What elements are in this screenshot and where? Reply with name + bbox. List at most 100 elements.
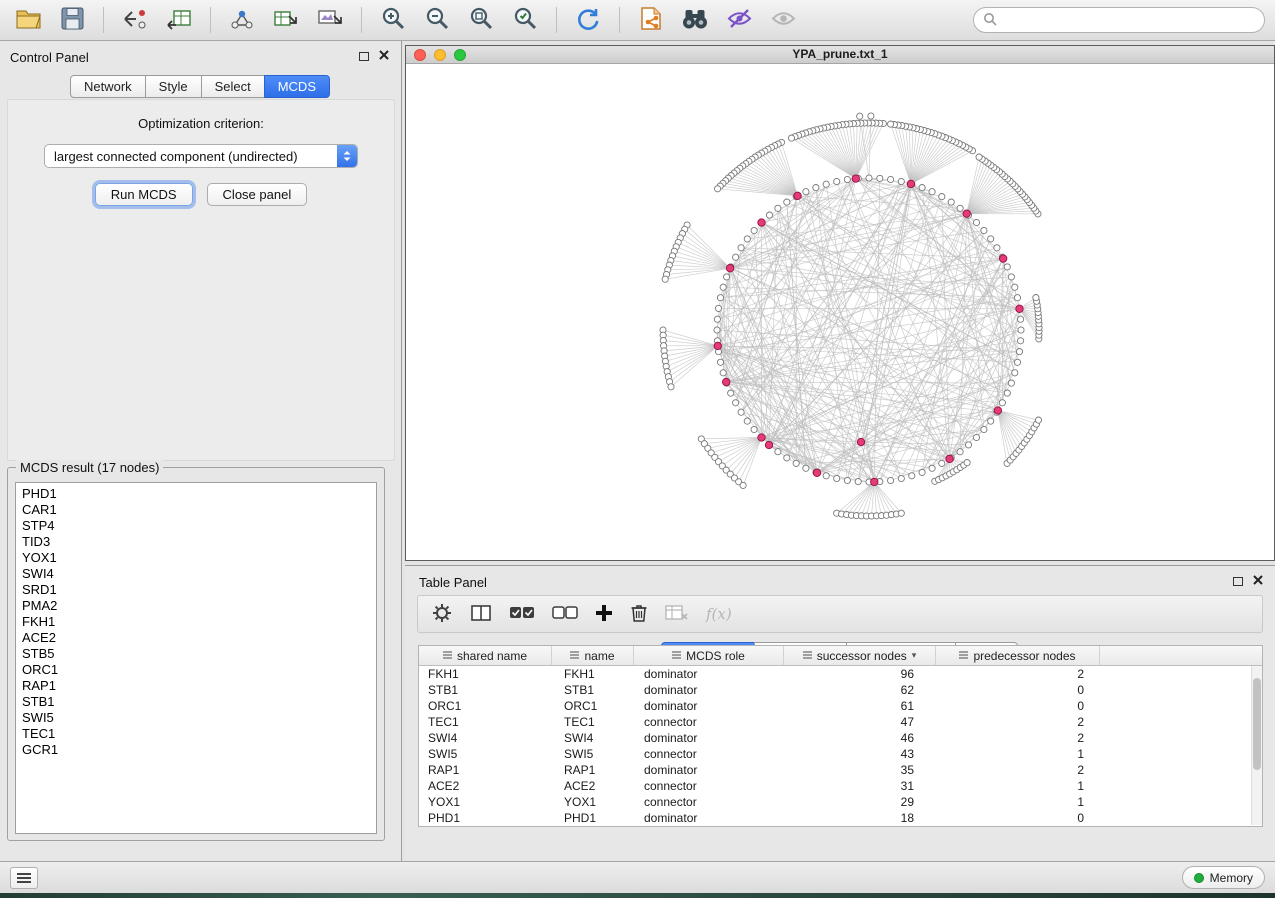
save-session-button[interactable]: [54, 4, 90, 36]
network-graph-svg[interactable]: [406, 64, 1272, 558]
table-cell: dominator: [634, 682, 784, 698]
table-cell: TEC1: [552, 714, 634, 730]
float-panel-icon[interactable]: [359, 52, 369, 61]
close-mcds-panel-button[interactable]: Close panel: [207, 183, 308, 206]
table-cell: 0: [936, 698, 1100, 714]
mcds-result-item[interactable]: PMA2: [16, 598, 376, 614]
show-columns-button[interactable]: [470, 603, 492, 626]
table-row[interactable]: FKH1FKH1dominator962: [419, 666, 1262, 682]
mcds-result-item[interactable]: TID3: [16, 534, 376, 550]
table-row[interactable]: ORC1ORC1dominator610: [419, 698, 1262, 714]
table-row[interactable]: PHD1PHD1dominator180: [419, 810, 1262, 826]
table-header-row: shared name name MCDS role successor nod…: [419, 646, 1262, 666]
zoom-out-button[interactable]: [419, 4, 455, 36]
table-cell: 62: [784, 682, 936, 698]
table-cell: dominator: [634, 762, 784, 778]
table-cell-filler: [1100, 746, 1262, 762]
column-header-shared-name[interactable]: shared name: [419, 646, 552, 665]
optimization-criterion-dropdown[interactable]: largest connected component (undirected): [44, 144, 358, 168]
mcds-result-item[interactable]: FKH1: [16, 614, 376, 630]
window-maximize-button[interactable]: [454, 49, 466, 61]
column-header-mcds-role[interactable]: MCDS role: [634, 646, 784, 665]
mcds-result-item[interactable]: RAP1: [16, 678, 376, 694]
mcds-result-item[interactable]: TEC1: [16, 726, 376, 742]
import-network-button[interactable]: [117, 4, 153, 36]
table-row[interactable]: STB1STB1dominator620: [419, 682, 1262, 698]
table-scrollbar[interactable]: [1251, 666, 1262, 825]
window-close-button[interactable]: [414, 49, 426, 61]
column-header-name[interactable]: name: [552, 646, 634, 665]
export-image-button[interactable]: [312, 4, 348, 36]
zoom-in-button[interactable]: [375, 4, 411, 36]
memory-label: Memory: [1210, 871, 1253, 885]
delete-column-button[interactable]: [630, 603, 648, 626]
search-input[interactable]: [1002, 13, 1255, 27]
tab-select[interactable]: Select: [201, 75, 265, 98]
control-panel-title: Control Panel: [10, 50, 89, 65]
export-table-button[interactable]: [268, 4, 304, 36]
select-all-button[interactable]: [509, 603, 535, 626]
table-settings-button[interactable]: [431, 602, 453, 627]
mcds-result-item[interactable]: SRD1: [16, 582, 376, 598]
mcds-result-item[interactable]: STP4: [16, 518, 376, 534]
mcds-result-item[interactable]: ACE2: [16, 630, 376, 646]
column-header-predecessor-nodes[interactable]: predecessor nodes: [936, 646, 1100, 665]
eye-icon: [770, 7, 797, 33]
export-network-button[interactable]: [224, 4, 260, 36]
table-cell: 96: [784, 666, 936, 682]
mcds-result-item[interactable]: SWI5: [16, 710, 376, 726]
mcds-result-item[interactable]: STB5: [16, 646, 376, 662]
table-row[interactable]: ACE2ACE2connector311: [419, 778, 1262, 794]
float-table-panel-icon[interactable]: [1233, 577, 1243, 586]
table-cell: RAP1: [419, 762, 552, 778]
delete-table-button[interactable]: [665, 603, 689, 626]
open-folder-icon: [15, 7, 42, 33]
toolbar-separator: [556, 7, 557, 33]
add-column-button[interactable]: [595, 604, 613, 625]
table-cell: SWI4: [552, 730, 634, 746]
search-network-button[interactable]: [677, 4, 713, 36]
import-network-icon: [122, 7, 148, 34]
table-row[interactable]: TEC1TEC1connector472: [419, 714, 1262, 730]
mcds-result-item[interactable]: SWI4: [16, 566, 376, 582]
import-table-button[interactable]: [161, 4, 197, 36]
network-window-titlebar[interactable]: YPA_prune.txt_1: [406, 46, 1274, 64]
function-builder-button[interactable]: f(x): [706, 605, 732, 623]
mcds-result-item[interactable]: PHD1: [16, 486, 376, 502]
control-panel: Control Panel Network Style Select MCDS …: [0, 41, 402, 861]
hide-selected-button[interactable]: [721, 4, 757, 36]
mcds-result-item[interactable]: YOX1: [16, 550, 376, 566]
network-canvas[interactable]: [406, 64, 1274, 560]
memory-button[interactable]: Memory: [1182, 866, 1265, 889]
close-panel-icon[interactable]: [379, 50, 389, 60]
run-mcds-button[interactable]: Run MCDS: [95, 183, 193, 206]
search-box[interactable]: [973, 7, 1265, 33]
column-header-successor-nodes[interactable]: successor nodes▾: [784, 646, 936, 665]
deselect-all-button[interactable]: [552, 603, 578, 626]
table-cell: 2: [936, 730, 1100, 746]
zoom-selected-button[interactable]: [507, 4, 543, 36]
clone-network-button[interactable]: [633, 4, 669, 36]
mcds-result-list[interactable]: PHD1CAR1STP4TID3YOX1SWI4SRD1PMA2FKH1ACE2…: [15, 482, 377, 834]
window-minimize-button[interactable]: [434, 49, 446, 61]
task-history-button[interactable]: [10, 867, 38, 889]
network-window-title: YPA_prune.txt_1: [406, 46, 1274, 63]
mcds-result-item[interactable]: ORC1: [16, 662, 376, 678]
open-file-button[interactable]: [10, 4, 46, 36]
show-all-button[interactable]: [765, 4, 801, 36]
control-panel-tabs: Network Style Select MCDS: [0, 75, 401, 98]
refresh-view-button[interactable]: [570, 4, 606, 36]
table-scrollbar-thumb[interactable]: [1253, 678, 1261, 770]
table-row[interactable]: SWI5SWI5connector431: [419, 746, 1262, 762]
mcds-result-item[interactable]: GCR1: [16, 742, 376, 758]
table-row[interactable]: YOX1YOX1connector291: [419, 794, 1262, 810]
table-row[interactable]: RAP1RAP1dominator352: [419, 762, 1262, 778]
zoom-fit-button[interactable]: [463, 4, 499, 36]
close-table-panel-icon[interactable]: [1253, 575, 1263, 585]
mcds-result-item[interactable]: CAR1: [16, 502, 376, 518]
tab-mcds[interactable]: MCDS: [264, 75, 330, 98]
tab-network[interactable]: Network: [70, 75, 146, 98]
mcds-result-item[interactable]: STB1: [16, 694, 376, 710]
tab-style[interactable]: Style: [145, 75, 202, 98]
table-row[interactable]: SWI4SWI4dominator462: [419, 730, 1262, 746]
